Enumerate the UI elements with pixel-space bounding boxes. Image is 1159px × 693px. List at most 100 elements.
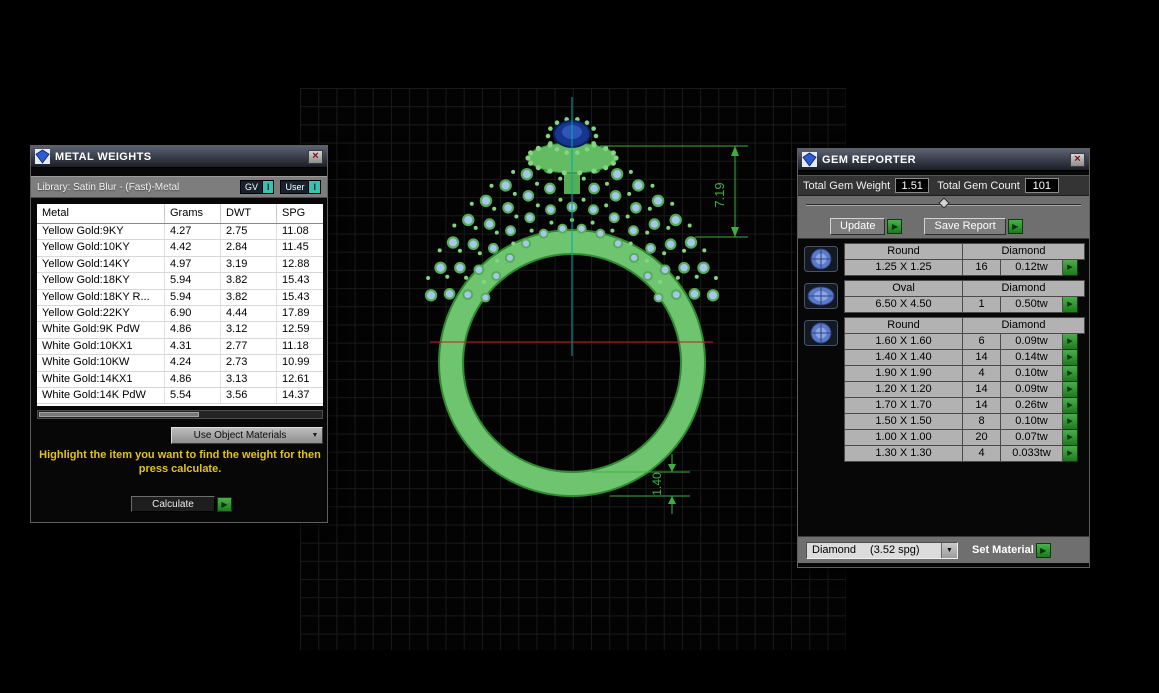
gem-row-arrow-icon[interactable]: ▶ bbox=[1063, 260, 1078, 276]
metal-cell-grams: 4.97 bbox=[165, 256, 221, 273]
scrollbar-thumb[interactable] bbox=[39, 412, 199, 417]
total-gem-weight-label: Total Gem Weight bbox=[803, 179, 891, 192]
metal-table-row[interactable]: White Gold:14K PdW 5.54 3.56 14.37 bbox=[37, 387, 323, 405]
gem-size-row[interactable]: 1.40 X 1.40 14 0.14tw ▶ bbox=[845, 350, 1085, 366]
gem-count-cell: 4 bbox=[963, 366, 1001, 382]
gem-size-row[interactable]: 1.25 X 1.25 16 0.12tw ▶ bbox=[845, 260, 1085, 276]
oval-gem-icon[interactable] bbox=[804, 280, 844, 313]
gem-group-header: Oval Diamond bbox=[845, 281, 1085, 297]
use-object-materials-dropdown[interactable]: Use Object Materials ▼ bbox=[171, 427, 323, 444]
metal-table-row[interactable]: White Gold:10KX1 4.31 2.77 11.18 bbox=[37, 338, 323, 356]
close-icon[interactable]: × bbox=[308, 149, 323, 164]
total-gem-count-value: 101 bbox=[1024, 178, 1059, 193]
metal-cell-dwt: 2.84 bbox=[221, 240, 277, 256]
gem-row-arrow-icon[interactable]: ▶ bbox=[1063, 350, 1078, 366]
save-report-arrow-icon[interactable]: ▶ bbox=[1007, 218, 1023, 234]
gem-size-row[interactable]: 1.50 X 1.50 8 0.10tw ▶ bbox=[845, 414, 1085, 430]
gem-size-row[interactable]: 6.50 X 4.50 1 0.50tw ▶ bbox=[845, 297, 1085, 313]
metal-cell-spg: 11.18 bbox=[282, 339, 309, 352]
metal-table-row[interactable]: Yellow Gold:14KY 4.97 3.19 12.88 bbox=[37, 256, 323, 274]
metal-cell-spg: 11.45 bbox=[282, 241, 309, 254]
metal-table-row[interactable]: White Gold:10KW 4.24 2.73 10.99 bbox=[37, 355, 323, 372]
application-window: 7.19 1.40 METAL WEIGHTS × Library: Satin… bbox=[0, 0, 1159, 693]
save-report-button[interactable]: Save Report bbox=[924, 217, 1006, 235]
metal-cell-metal: White Gold:10KX1 bbox=[37, 338, 165, 355]
gem-slider[interactable] bbox=[798, 196, 1089, 214]
set-material-button[interactable]: Set Material bbox=[972, 544, 1034, 556]
user-button[interactable]: User I bbox=[280, 180, 321, 194]
metal-cell-metal: Yellow Gold:10KY bbox=[37, 240, 165, 256]
gem-count-cell: 14 bbox=[963, 350, 1001, 366]
gem-weight-cell: 0.50tw bbox=[1001, 297, 1063, 313]
user-label: User bbox=[280, 180, 310, 194]
3d-viewport[interactable]: 7.19 1.40 bbox=[300, 88, 846, 650]
metal-cell-grams: 4.42 bbox=[165, 240, 221, 256]
gem-size-row[interactable]: 1.90 X 1.90 4 0.10tw ▶ bbox=[845, 366, 1085, 382]
chevron-down-icon[interactable]: ▼ bbox=[941, 542, 957, 558]
gv-button[interactable]: GV I bbox=[239, 180, 275, 194]
gem-size-cell: 1.25 X 1.25 bbox=[845, 260, 963, 276]
metal-cell-metal: White Gold:9K PdW bbox=[37, 322, 165, 338]
gem-weight-cell: 0.12tw bbox=[1001, 260, 1063, 276]
round-gem-icon[interactable] bbox=[804, 243, 844, 276]
set-material-arrow-icon[interactable]: ▶ bbox=[1035, 542, 1051, 558]
round-gem-icon[interactable] bbox=[804, 317, 844, 462]
gem-shape-cell: Oval bbox=[845, 281, 963, 297]
metal-cell-spg: 10.99 bbox=[282, 356, 310, 369]
metal-cell-grams: 4.31 bbox=[165, 338, 221, 355]
gv-info-icon[interactable]: I bbox=[262, 180, 275, 194]
metal-table-row[interactable]: Yellow Gold:22KY 6.90 4.44 17.89 bbox=[37, 305, 323, 323]
metal-table-row[interactable]: Yellow Gold:18KY 5.94 3.82 15.43 bbox=[37, 273, 323, 290]
update-arrow-icon[interactable]: ▶ bbox=[887, 218, 903, 234]
gem-group: Oval Diamond 6.50 X 4.50 1 0.50tw ▶ bbox=[804, 280, 1085, 313]
gem-row-arrow-icon[interactable]: ▶ bbox=[1063, 382, 1078, 398]
gem-count-cell: 1 bbox=[963, 297, 1001, 313]
gem-material-cell: Diamond bbox=[963, 281, 1085, 297]
gem-reporter-titlebar[interactable]: GEM REPORTER × bbox=[798, 149, 1089, 171]
library-row: Library: Satin Blur - (Fast)-Metal GV I … bbox=[31, 176, 327, 198]
update-button[interactable]: Update bbox=[830, 217, 886, 235]
gem-count-cell: 16 bbox=[963, 260, 1001, 276]
calculate-button[interactable]: Calculate bbox=[131, 496, 215, 512]
calculate-arrow-icon[interactable]: ▶ bbox=[217, 496, 232, 512]
metal-cell-dwt: 3.82 bbox=[221, 289, 277, 305]
chevron-down-icon[interactable]: ▼ bbox=[308, 432, 322, 439]
metal-table-row[interactable]: White Gold:14KX1 4.86 3.13 12.61 bbox=[37, 371, 323, 388]
gem-totals-row: Total Gem Weight 1.51 Total Gem Count 10… bbox=[798, 175, 1089, 196]
gem-size-row[interactable]: 1.30 X 1.30 4 0.033tw ▶ bbox=[845, 446, 1085, 462]
metal-weights-table[interactable]: Metal Grams DWT SPG Yellow Gold:9KY 4.27 2… bbox=[37, 204, 323, 406]
gem-size-row[interactable]: 1.70 X 1.70 14 0.26tw ▶ bbox=[845, 398, 1085, 414]
metal-cell-grams: 4.86 bbox=[165, 322, 221, 338]
metal-cell-dwt: 3.82 bbox=[221, 273, 277, 289]
gem-buttons-row: Update ▶ Save Report ▶ bbox=[798, 214, 1089, 239]
gem-size-cell: 1.70 X 1.70 bbox=[845, 398, 963, 414]
horizontal-scrollbar[interactable] bbox=[37, 410, 323, 419]
metal-table-row[interactable]: Yellow Gold:9KY 4.27 2.75 11.08 bbox=[37, 224, 323, 241]
gem-row-arrow-icon[interactable]: ▶ bbox=[1063, 414, 1078, 430]
gem-row-arrow-icon[interactable]: ▶ bbox=[1063, 297, 1078, 313]
gem-row-arrow-icon[interactable]: ▶ bbox=[1063, 398, 1078, 414]
gem-row-arrow-icon[interactable]: ▶ bbox=[1063, 446, 1078, 462]
gem-weight-cell: 0.09tw bbox=[1001, 334, 1063, 350]
user-info-icon[interactable]: I bbox=[309, 180, 321, 194]
metal-cell-metal: White Gold:10KW bbox=[37, 355, 165, 371]
close-icon[interactable]: × bbox=[1070, 152, 1085, 167]
metal-cell-dwt: 3.13 bbox=[221, 371, 277, 387]
metal-cell-grams: 6.90 bbox=[165, 305, 221, 322]
metal-table-row[interactable]: White Gold:9K PdW 4.86 3.12 12.59 bbox=[37, 322, 323, 339]
metal-cell-grams: 4.24 bbox=[165, 355, 221, 371]
gem-size-row[interactable]: 1.20 X 1.20 14 0.09tw ▶ bbox=[845, 382, 1085, 398]
gem-row-arrow-icon[interactable]: ▶ bbox=[1063, 334, 1078, 350]
gem-row-arrow-icon[interactable]: ▶ bbox=[1063, 430, 1078, 446]
slider-thumb[interactable] bbox=[937, 197, 950, 209]
metal-cell-grams: 5.94 bbox=[165, 273, 221, 289]
material-dropdown[interactable]: Diamond (3.52 spg) ▼ bbox=[806, 541, 958, 559]
gem-size-row[interactable]: 1.00 X 1.00 20 0.07tw ▶ bbox=[845, 430, 1085, 446]
gem-size-row[interactable]: 1.60 X 1.60 6 0.09tw ▶ bbox=[845, 334, 1085, 350]
metal-cell-spg: 17.89 bbox=[282, 306, 310, 319]
gem-row-arrow-icon[interactable]: ▶ bbox=[1063, 366, 1078, 382]
metal-table-row[interactable]: Yellow Gold:10KY 4.42 2.84 11.45 bbox=[37, 240, 323, 257]
material-spg-value: (3.52 spg) bbox=[870, 544, 920, 556]
metal-table-row[interactable]: Yellow Gold:18KY R... 5.94 3.82 15.43 bbox=[37, 289, 323, 306]
metal-weights-titlebar[interactable]: METAL WEIGHTS × bbox=[31, 146, 327, 168]
